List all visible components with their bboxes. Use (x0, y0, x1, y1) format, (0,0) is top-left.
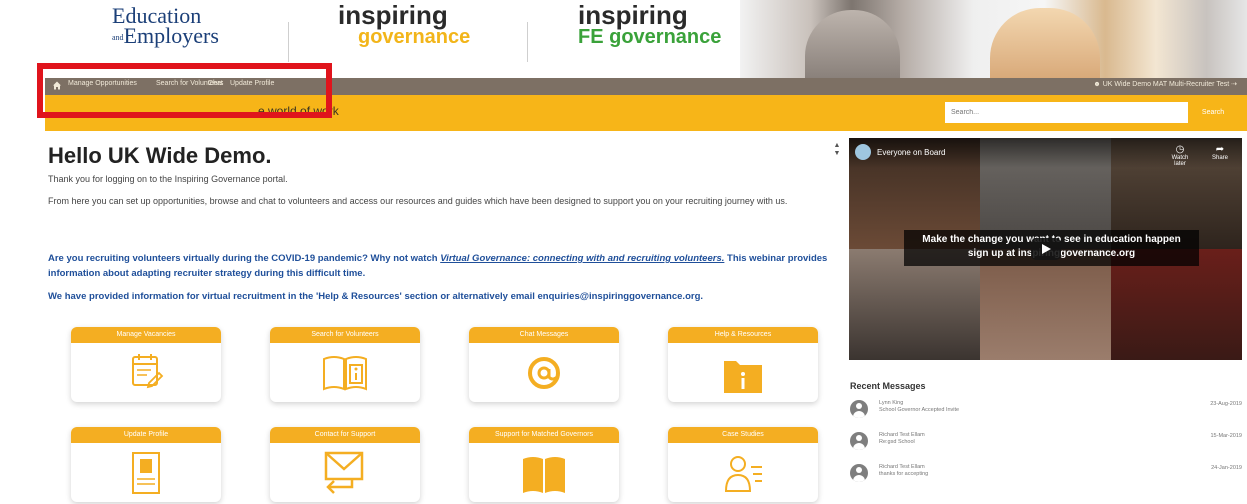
covid-text: Are you recruiting volunteers virtually … (48, 253, 441, 264)
logo-ig-line1: inspiring (338, 0, 448, 30)
webinar-link[interactable]: Virtual Governance: connecting with and … (440, 253, 724, 264)
message-sender: Richard Test Ellam (879, 464, 925, 470)
video-title[interactable]: Everyone on Board (877, 148, 946, 157)
search-button[interactable]: Search (1189, 102, 1237, 123)
virtual-recruitment-notice: We have provided information for virtual… (48, 291, 704, 302)
play-button[interactable] (1031, 238, 1061, 260)
avatar (850, 432, 868, 450)
card-search-volunteers[interactable]: Search for Volunteers (270, 327, 420, 402)
card-label: Search for Volunteers (270, 327, 420, 343)
covid-notice: Are you recruiting volunteers virtually … (48, 251, 848, 281)
intro-text: From here you can set up opportunities, … (48, 196, 788, 206)
card-update-profile[interactable]: Update Profile (71, 427, 221, 502)
recent-messages-title: Recent Messages (850, 381, 926, 391)
inspiring-fe-governance-logo[interactable]: inspiring FE governance (578, 0, 722, 48)
share-button[interactable]: ➦ Share (1205, 144, 1235, 161)
message-subject: thanks for accepting (879, 471, 929, 477)
welcome-text: Thank you for logging on to the Inspirin… (48, 174, 288, 184)
folder-info-icon (724, 361, 762, 393)
video-player[interactable]: Everyone on Board ◷ Watch later ➦ Share … (849, 138, 1242, 360)
logout-icon[interactable]: ⇢ (1231, 81, 1237, 88)
message-date: 15-Mar-2019 (1210, 433, 1243, 439)
logo-fe-line1: inspiring (578, 0, 688, 30)
person-list-icon (724, 456, 762, 492)
open-book-icon (523, 457, 565, 493)
book-info-icon (323, 356, 367, 391)
card-support-matched-governors[interactable]: Support for Matched Governors (469, 427, 619, 502)
logo-divider (288, 22, 289, 62)
message-date: 24-Jan-2019 (1211, 465, 1242, 471)
calendar-edit-icon (132, 354, 164, 389)
watch-later-label: Watch later (1171, 155, 1189, 167)
avatar (850, 400, 868, 418)
watch-later-button[interactable]: ◷ Watch later (1165, 144, 1195, 167)
scroll-arrows[interactable]: ▲ ▼ (832, 142, 842, 160)
card-label: Update Profile (71, 427, 221, 443)
search-input[interactable] (945, 102, 1188, 123)
clock-icon: ◷ (1175, 144, 1185, 155)
logo-fe-line2: FE governance (578, 26, 722, 48)
profile-document-icon (132, 452, 160, 494)
user-account-menu[interactable]: ☻ UK Wide Demo MAT Multi-Recruiter Test … (1093, 80, 1237, 88)
message-item[interactable]: Richard Test Ellam thanks for accepting … (850, 464, 1242, 494)
card-label: Case Studies (668, 427, 818, 443)
message-date: 23-Aug-2019 (1210, 401, 1242, 407)
user-icon: ☻ (1093, 81, 1101, 88)
card-manage-vacancies[interactable]: Manage Vacancies (71, 327, 221, 402)
card-help-resources[interactable]: Help & Resources (668, 327, 818, 402)
message-item[interactable]: Richard Test Ellam Re:gsd School 15-Mar-… (850, 432, 1242, 462)
at-sign-icon (528, 357, 560, 389)
message-item[interactable]: Lynn King School Governor Accepted Invit… (850, 400, 1242, 430)
logo-divider (527, 22, 528, 62)
logo-ig-line2: governance (358, 26, 471, 48)
message-subject: Re:gsd School (879, 439, 915, 445)
share-icon: ➦ (1215, 144, 1225, 155)
education-and-employers-logo[interactable]: Education andEmployers (112, 5, 219, 48)
card-label: Chat Messages (469, 327, 619, 343)
page-title: Hello UK Wide Demo. (48, 143, 272, 168)
card-label: Manage Vacancies (71, 327, 221, 343)
card-label: Contact for Support (270, 427, 420, 443)
inspiring-governance-logo[interactable]: inspiring governance (338, 0, 471, 48)
message-sender: Richard Test Ellam (879, 432, 925, 438)
logo-ee-line2: Employers (123, 23, 219, 48)
user-name: UK Wide Demo MAT Multi-Recruiter Test (1102, 81, 1230, 88)
card-case-studies[interactable]: Case Studies (668, 427, 818, 502)
logo-ee-and: and (112, 32, 124, 42)
card-chat-messages[interactable]: Chat Messages (469, 327, 619, 402)
highlight-annotation (37, 63, 332, 118)
message-sender: Lynn King (879, 400, 904, 406)
message-subject: School Governor Accepted Invite (879, 407, 960, 413)
channel-icon[interactable] (855, 144, 871, 160)
card-label: Help & Resources (668, 327, 818, 343)
card-contact-support[interactable]: Contact for Support (270, 427, 420, 502)
card-label: Support for Matched Governors (469, 427, 619, 443)
avatar (850, 464, 868, 482)
envelope-reply-icon (324, 451, 364, 494)
share-label: Share (1211, 155, 1228, 161)
